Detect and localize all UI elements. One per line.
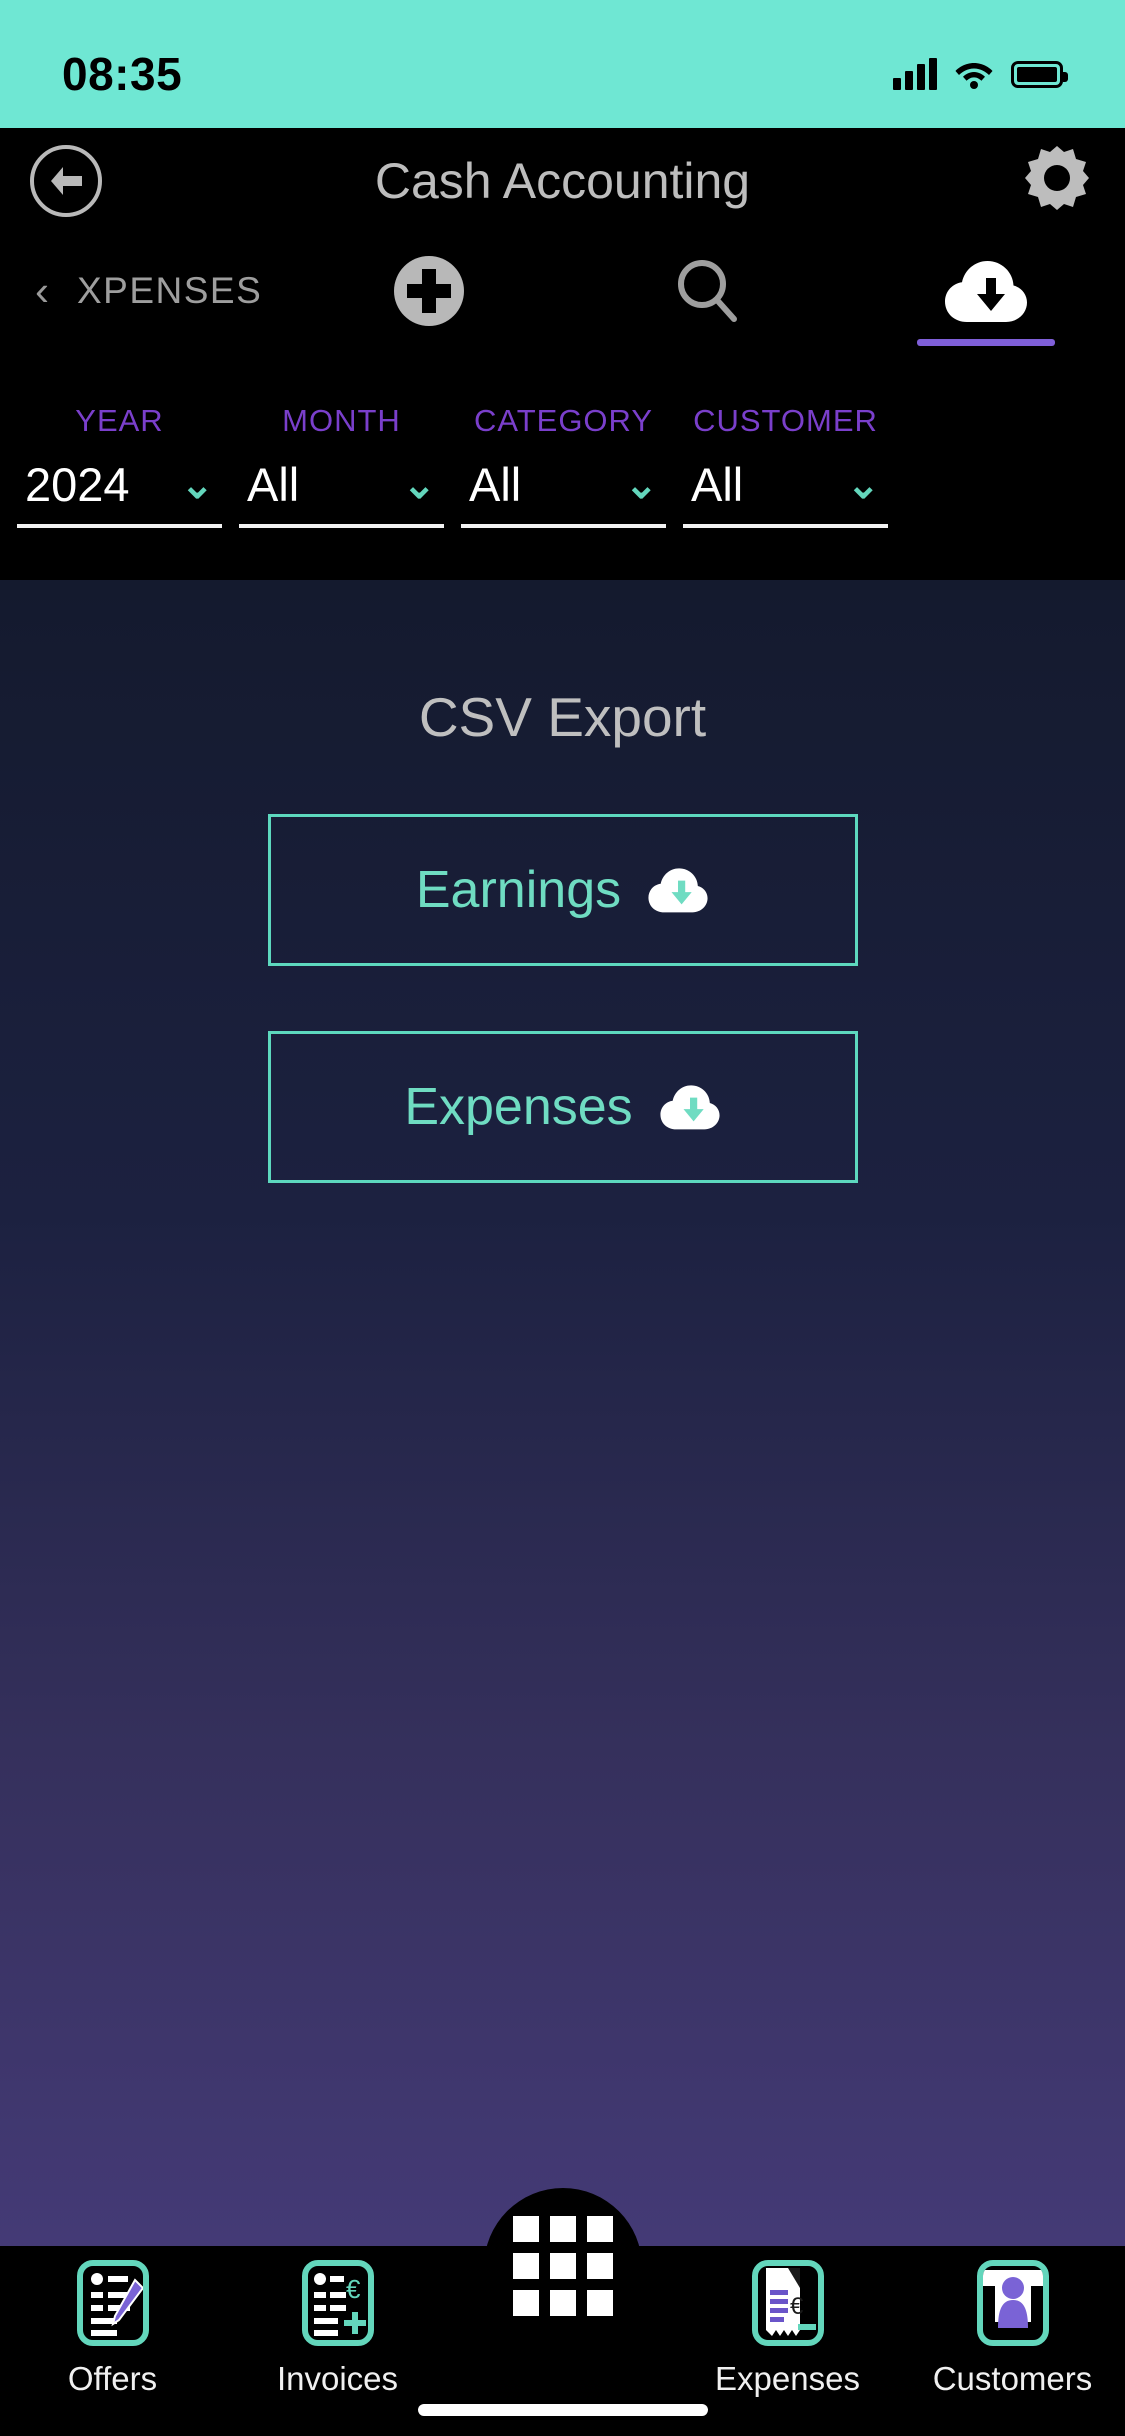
grid-menu-icon	[512, 2216, 613, 2316]
svg-text:€: €	[346, 2274, 361, 2304]
chevron-left-icon[interactable]: ‹	[35, 269, 49, 312]
invoice-euro-plus-icon: €	[301, 2260, 374, 2346]
filter-value: All	[469, 458, 522, 511]
section-heading: CSV Export	[418, 686, 707, 748]
filter-label: CATEGORY	[473, 403, 654, 438]
cloud-download-icon	[944, 260, 1027, 322]
filter-dropdown[interactable]: All ⌄	[239, 457, 444, 528]
export-expenses-button[interactable]: Expenses	[267, 1031, 858, 1183]
receipt-euro-icon: €	[751, 2260, 824, 2346]
settings-button[interactable]	[1019, 140, 1095, 221]
nav-label: Expenses	[715, 2360, 860, 2397]
chevron-down-icon: ⌄	[402, 462, 436, 507]
section-nav[interactable]: ‹ XPENSES	[0, 269, 290, 312]
signal-bars-icon	[893, 58, 937, 90]
section-label: XPENSES	[77, 269, 263, 311]
filter-customer[interactable]: CUSTOMER All ⌄	[683, 403, 888, 528]
bottom-navigation: Offers € Invoices € Expenses Customers	[0, 2188, 1125, 2436]
person-icon	[976, 2260, 1049, 2346]
app-bar: Cash Accounting	[0, 128, 1125, 233]
filter-label: YEAR	[75, 403, 164, 438]
back-arrow-icon	[51, 166, 82, 195]
button-label: Expenses	[404, 1078, 633, 1136]
filter-value: 2024	[25, 458, 130, 511]
button-label: Earnings	[415, 861, 622, 919]
filter-month[interactable]: MONTH All ⌄	[239, 403, 444, 528]
search-icon	[678, 259, 738, 322]
chevron-down-icon: ⌄	[846, 462, 880, 507]
page-title: Cash Accounting	[374, 152, 751, 209]
nav-item-invoices[interactable]: € Invoices	[225, 2260, 450, 2398]
filter-value: All	[247, 458, 300, 511]
tab-search[interactable]	[568, 233, 846, 348]
chevron-down-icon: ⌄	[180, 462, 214, 507]
svg-text:€: €	[790, 2293, 804, 2320]
nav-item-menu[interactable]	[450, 2216, 675, 2330]
status-icons	[893, 58, 1068, 90]
nav-label: Customers	[932, 2360, 1093, 2397]
nav-label: Invoices	[276, 2360, 399, 2397]
app-screen: 08:35 Cash Accounting ‹ XPENSES YEAR 202…	[0, 0, 1125, 2436]
cloud-download-icon	[648, 868, 708, 913]
nav-item-offers[interactable]: Offers	[0, 2260, 225, 2398]
filter-category[interactable]: CATEGORY All ⌄	[461, 403, 666, 528]
document-pencil-icon	[76, 2260, 149, 2346]
main-content: CSV Export Earnings Expenses	[0, 580, 1125, 2246]
active-tab-indicator	[916, 339, 1055, 346]
back-button[interactable]	[30, 144, 102, 217]
section-tab-bar: ‹ XPENSES	[0, 233, 1125, 348]
tab-add[interactable]	[290, 233, 568, 348]
tab-export[interactable]	[847, 233, 1125, 348]
home-indicator	[417, 2404, 708, 2416]
nav-item-customers[interactable]: Customers	[900, 2260, 1125, 2398]
nav-item-expenses[interactable]: € Expenses	[675, 2260, 900, 2398]
filter-dropdown[interactable]: All ⌄	[683, 457, 888, 528]
filter-dropdown[interactable]: 2024 ⌄	[17, 457, 222, 528]
gear-icon	[1025, 146, 1089, 210]
filter-label: CUSTOMER	[693, 403, 878, 438]
status-bar: 08:35	[0, 0, 1125, 128]
filter-dropdown[interactable]: All ⌄	[461, 457, 666, 528]
filter-year[interactable]: YEAR 2024 ⌄	[17, 403, 222, 528]
wifi-icon	[955, 63, 993, 89]
filter-label: MONTH	[282, 403, 401, 438]
battery-icon	[1011, 60, 1068, 88]
export-earnings-button[interactable]: Earnings	[267, 814, 858, 966]
cloud-download-icon	[660, 1085, 720, 1130]
plus-circle-icon	[394, 255, 465, 326]
chevron-down-icon: ⌄	[624, 462, 658, 507]
status-time: 08:35	[62, 48, 183, 100]
nav-label: Offers	[67, 2360, 158, 2397]
filter-value: All	[691, 458, 744, 511]
filter-bar: YEAR 2024 ⌄ MONTH All ⌄ CATEGORY All ⌄ C…	[0, 348, 1125, 580]
